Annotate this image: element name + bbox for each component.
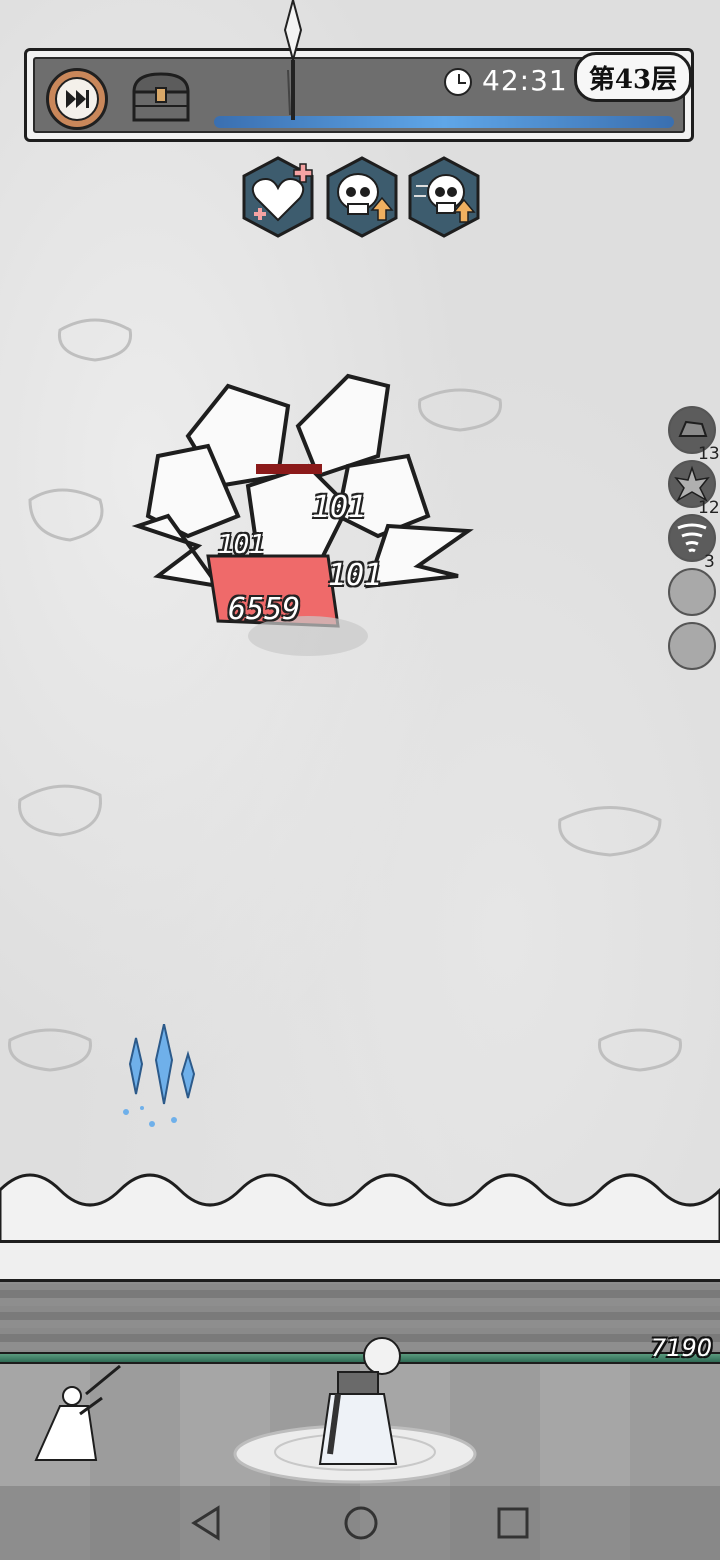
- buff-heart-plus[interactable]: [242, 156, 314, 238]
- home-icon[interactable]: [338, 1500, 384, 1546]
- skill-count-tornado: 3: [704, 552, 715, 572]
- ice-crystal-projectile: [123, 1024, 196, 1127]
- treasure-chest-icon: [132, 72, 190, 122]
- water-wave-border: [0, 1173, 720, 1250]
- buff-skull-speed-up[interactable]: [408, 156, 480, 238]
- fast-forward-icon: [55, 77, 99, 121]
- clock-icon: [444, 68, 472, 96]
- crystal-monster: [131, 373, 474, 656]
- falling-spear: [283, 0, 303, 120]
- player-hp-value: 7190: [650, 1334, 712, 1362]
- player-hero-character: [233, 1337, 477, 1484]
- skull-speed-up-icon: [408, 156, 480, 238]
- countdown-timer: 42:31: [482, 64, 568, 97]
- heart-plus-icon: [242, 156, 314, 238]
- floor-level-badge: 第43层: [574, 52, 692, 102]
- skill-slot-empty-2[interactable]: [668, 622, 716, 670]
- back-icon[interactable]: [184, 1500, 230, 1546]
- damage-number: 101: [218, 530, 265, 560]
- wall-top-ledge: [0, 1240, 720, 1282]
- buff-skull-attack-up[interactable]: [326, 156, 398, 238]
- ally-spear-character: [34, 1364, 121, 1461]
- fast-forward-button[interactable]: [46, 68, 108, 130]
- skull-attack-up-icon: [326, 156, 398, 238]
- treasure-chest-button[interactable]: [128, 70, 194, 126]
- damage-number: 101: [312, 490, 367, 525]
- damage-number-large: 6559: [228, 592, 301, 627]
- recent-apps-icon[interactable]: [490, 1500, 536, 1546]
- damage-number: 101: [328, 558, 383, 593]
- skill-slot-empty-1[interactable]: [668, 568, 716, 616]
